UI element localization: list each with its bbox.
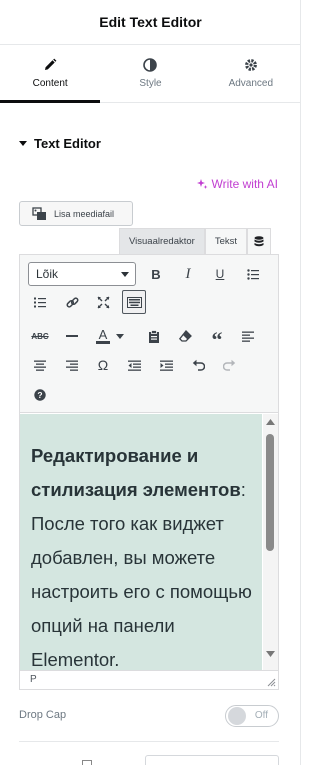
element-path[interactable]: P [30, 674, 37, 685]
strikethrough-icon: ABC [31, 331, 49, 341]
italic-button[interactable]: I [176, 262, 200, 286]
redo-button[interactable] [217, 353, 241, 377]
wysiwyg-editor: Lõik B I U ABC A “ Ω ? Редактирование и … [19, 254, 279, 690]
text-color-button[interactable]: A [91, 324, 115, 348]
editor-toolbar: Lõik B I U ABC A “ Ω ? [20, 255, 278, 413]
content-body-text: : После того как виджет добавлен, вы мож… [31, 479, 252, 670]
text-color-icon: A [95, 328, 111, 344]
drop-cap-toggle[interactable]: Off [225, 705, 279, 727]
paste-text-button[interactable] [142, 324, 166, 348]
horizontal-line-icon [66, 335, 78, 337]
indent-icon [159, 360, 173, 371]
tab-advanced-label: Advanced [228, 78, 274, 89]
toggle-state-label: Off [254, 710, 268, 721]
strikethrough-button[interactable]: ABC [28, 324, 52, 348]
bullet-list-icon [247, 268, 259, 280]
outdent-button[interactable] [122, 353, 146, 377]
outdent-icon [127, 360, 141, 371]
tab-style[interactable]: Style [100, 45, 200, 102]
eraser-icon [178, 330, 192, 342]
content-bold-text: Редактирование и стилизация элементов [31, 445, 241, 500]
tab-style-label: Style [139, 78, 162, 89]
contrast-icon [143, 58, 158, 72]
link-icon [65, 296, 79, 308]
panel-title: Edit Text Editor [99, 14, 202, 30]
redo-icon [222, 359, 235, 371]
section-title: Text Editor [34, 136, 101, 151]
database-icon-button[interactable] [247, 228, 272, 254]
editor-panel: Edit Text Editor Content Style Advanced … [0, 0, 301, 765]
align-center-icon [34, 360, 46, 371]
database-icon [254, 236, 264, 247]
tab-visual-editor[interactable]: Visuaalredaktor [119, 228, 205, 254]
clipboard-icon [149, 329, 159, 343]
caret-down-icon [19, 141, 27, 146]
editor-statusbar: P [20, 670, 278, 689]
write-with-ai-button[interactable]: Write with AI [196, 177, 278, 191]
scrollbar-thumb[interactable] [266, 434, 274, 551]
text-color-dropdown[interactable] [114, 324, 126, 348]
indent-button[interactable] [154, 353, 178, 377]
quote-icon: “ [211, 327, 223, 352]
bullet-list-button[interactable] [241, 262, 265, 286]
undo-button[interactable] [186, 353, 210, 377]
partial-icon [82, 760, 92, 765]
write-with-ai-label: Write with AI [211, 177, 278, 191]
tab-advanced[interactable]: Advanced [201, 45, 300, 102]
panel-header: Edit Text Editor [0, 0, 300, 45]
expand-icon [97, 296, 109, 308]
align-right-icon [66, 360, 78, 371]
bold-icon: B [151, 266, 161, 282]
toggle-knob [228, 707, 246, 725]
add-media-button[interactable]: Lisa meediafail [19, 201, 133, 226]
scroll-down-icon [266, 651, 275, 657]
bold-button[interactable]: B [144, 262, 168, 286]
blockquote-button[interactable]: “ [205, 324, 229, 352]
numbered-list-button[interactable] [28, 290, 52, 314]
align-left-icon [242, 331, 254, 342]
editor-mode-tabs: Visuaalredaktor Tekst [119, 228, 272, 254]
link-button[interactable] [60, 290, 84, 314]
pencil-icon [45, 58, 57, 70]
omega-icon: Ω [97, 357, 109, 373]
underline-button[interactable]: U [208, 262, 232, 286]
help-icon: ? [34, 389, 46, 401]
editor-scrollbar[interactable] [263, 414, 278, 670]
special-character-button[interactable]: Ω [91, 353, 115, 377]
panel-tabs: Content Style Advanced [0, 45, 300, 103]
section-toggle-text-editor[interactable]: Text Editor [19, 136, 101, 151]
keyboard-icon [126, 296, 142, 308]
undo-icon [192, 359, 205, 371]
resize-handle-icon[interactable] [267, 678, 276, 687]
scroll-up-icon [266, 419, 275, 425]
underline-icon: U [215, 267, 225, 281]
format-select-value: Lõik [36, 267, 59, 281]
align-right-button[interactable] [60, 353, 84, 377]
numbered-list-icon [34, 297, 46, 307]
toolbar-toggle-button[interactable] [122, 290, 146, 314]
media-icon [32, 206, 46, 220]
align-left-button[interactable] [236, 324, 260, 348]
format-select[interactable]: Lõik [28, 262, 136, 286]
drop-cap-label: Drop Cap [19, 709, 67, 721]
chevron-down-icon [121, 272, 129, 277]
italic-icon: I [185, 265, 191, 282]
add-media-label: Lisa meediafail [54, 208, 115, 219]
sparkle-icon [196, 178, 208, 189]
clear-formatting-button[interactable] [173, 324, 197, 348]
help-button[interactable]: ? [28, 383, 52, 407]
gear-icon [244, 59, 257, 71]
fullscreen-button[interactable] [91, 290, 115, 314]
tab-text-editor[interactable]: Tekst [204, 228, 248, 254]
tab-content[interactable]: Content [0, 45, 101, 103]
tab-content-label: Content [32, 78, 68, 89]
svg-text:?: ? [37, 390, 42, 400]
section-divider [19, 741, 279, 742]
chevron-down-icon [116, 333, 124, 339]
horizontal-line-button[interactable] [60, 324, 84, 348]
align-center-button[interactable] [28, 353, 52, 377]
partial-control[interactable] [145, 755, 279, 765]
editor-content-area[interactable]: Редактирование и стилизация элементов: П… [20, 414, 262, 670]
